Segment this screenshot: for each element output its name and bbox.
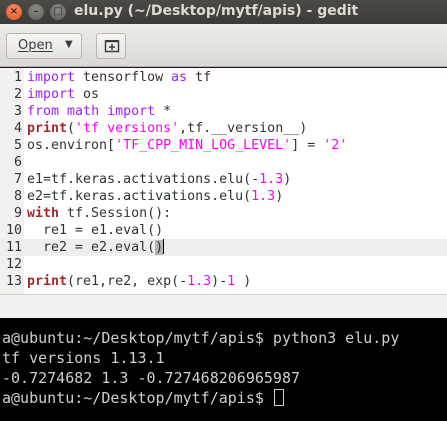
terminal-line: -0.7274682 1.3 -0.727468206965987 — [2, 368, 300, 388]
code-token: with — [27, 206, 60, 221]
code-token: (re1,re2, exp(- — [67, 274, 188, 289]
code-token: math — [67, 104, 100, 119]
code-token: )- — [211, 274, 228, 289]
line-number: 13 — [5, 274, 22, 289]
text-cursor — [163, 239, 165, 254]
code-token: tensorflow — [75, 70, 172, 85]
code-token: ) — [275, 189, 284, 204]
title-bar: × – □ elu.py (~/Desktop/mytf/apis) - ged… — [0, 0, 447, 24]
line-number: 2 — [13, 87, 22, 102]
code-text: print('tf versions',tf.__version__) — [27, 120, 307, 137]
code-token: tf — [187, 70, 212, 85]
code-token: ] = — [291, 138, 324, 153]
open-button[interactable]: Open ▼ — [6, 33, 82, 59]
line-number: 7 — [13, 172, 22, 187]
line-number: 11 — [5, 240, 22, 255]
code-editor[interactable]: 1 import tensorflow as tf 2 import os 3 from … — [0, 68, 447, 294]
code-token: import — [107, 104, 156, 119]
code-token: as — [171, 70, 188, 85]
code-line[interactable]: 8 e2=tf.keras.activations.elu(1.3) — [0, 188, 447, 205]
code-line[interactable]: 1 import tensorflow as tf — [0, 69, 447, 86]
line-number: 3 — [13, 104, 22, 119]
matching-bracket: ) — [155, 240, 164, 255]
code-token: ,tf.__version__) — [179, 121, 308, 136]
code-text: print(re1,re2, exp(-1.3)-1 ) — [27, 273, 251, 290]
line-number: 6 — [13, 155, 22, 170]
code-line[interactable]: 13 print(re1,re2, exp(-1.3)-1 ) — [0, 273, 447, 290]
terminal-line: a@ubuntu:~/Desktop/mytf/apis$ — [2, 388, 284, 408]
code-token: os — [75, 87, 100, 102]
code-token: 'TF_CPP_MIN_LOG_LEVEL' — [115, 138, 292, 153]
code-token: os.environ[ — [27, 138, 116, 153]
code-token: import — [27, 87, 76, 102]
code-text: re1 = e1.eval() — [27, 222, 163, 239]
code-text: os.environ['TF_CPP_MIN_LOG_LEVEL'] = '2' — [27, 137, 347, 154]
code-token: 1.3 — [187, 274, 212, 289]
terminal-panel[interactable]: a@ubuntu:~/Desktop/mytf/apis$ python3 el… — [0, 318, 447, 421]
line-number: 8 — [13, 189, 22, 204]
code-token: import — [27, 70, 76, 85]
code-token: print — [27, 121, 68, 136]
code-token: ) — [235, 274, 252, 289]
line-number: 9 — [13, 206, 22, 221]
code-line[interactable]: 11 re2 = e2.eval() — [0, 239, 447, 256]
code-text: re2 = e2.eval() — [27, 239, 165, 256]
editor-bottom-pane — [0, 294, 447, 318]
line-number: 5 — [13, 138, 22, 153]
code-token: e1=tf.keras.activations.elu(- — [27, 172, 260, 187]
terminal-text: tf versions 1.13.1 — [2, 349, 165, 367]
code-line[interactable]: 10 re1 = e1.eval() — [0, 222, 447, 239]
code-line[interactable]: 7 e1=tf.keras.activations.elu(-1.3) — [0, 171, 447, 188]
maximize-window-button[interactable]: □ — [50, 4, 66, 20]
code-token: print — [27, 274, 68, 289]
terminal-text: -0.7274682 1.3 -0.727468206965987 — [2, 369, 301, 387]
code-token: 1.3 — [251, 189, 276, 204]
code-text: import os — [27, 86, 99, 103]
terminal-text: a@ubuntu:~/Desktop/mytf/apis$ python3 el… — [2, 329, 400, 347]
code-line[interactable]: 5 os.environ['TF_CPP_MIN_LOG_LEVEL'] = '2… — [0, 137, 447, 154]
open-button-label: Open — [18, 38, 53, 53]
code-text: from math import * — [27, 103, 171, 120]
code-line[interactable]: 6 — [0, 154, 447, 171]
code-text: e2=tf.keras.activations.elu(1.3) — [27, 188, 283, 205]
code-token: re2 = e2.eval( — [27, 240, 156, 255]
code-token: 1.3 — [259, 172, 284, 187]
code-token: '2' — [323, 138, 348, 153]
code-line[interactable]: 2 import os — [0, 86, 447, 103]
code-line[interactable]: 9 with tf.Session(): — [0, 205, 447, 222]
code-text: import tensorflow as tf — [27, 69, 211, 86]
dropdown-arrow-icon: ▼ — [65, 39, 73, 50]
terminal-line: a@ubuntu:~/Desktop/mytf/apis$ python3 el… — [2, 328, 399, 348]
code-token: e2=tf.keras.activations.elu( — [27, 189, 252, 204]
minimize-window-button[interactable]: – — [28, 4, 44, 20]
terminal-line: tf versions 1.13.1 — [2, 348, 165, 368]
line-number: 12 — [5, 257, 22, 272]
line-number: 10 — [5, 223, 22, 238]
code-token: re1 = e1.eval() — [27, 223, 164, 238]
code-token: * — [155, 104, 172, 119]
code-line[interactable]: 12 — [0, 256, 447, 273]
code-token: from — [27, 104, 60, 119]
new-tab-button[interactable] — [96, 33, 126, 59]
code-token: 'tf versions' — [75, 121, 180, 136]
line-number: 1 — [13, 70, 22, 85]
code-token: ( — [67, 121, 76, 136]
code-line[interactable]: 4 print('tf versions',tf.__version__) — [0, 120, 447, 137]
window-title: elu.py (~/Desktop/mytf/apis) - gedit — [74, 3, 359, 19]
new-tab-icon — [104, 40, 120, 53]
code-line[interactable]: 3 from math import * — [0, 103, 447, 120]
terminal-cursor — [273, 389, 284, 406]
code-text: with tf.Session(): — [27, 205, 171, 222]
terminal-text: a@ubuntu:~/Desktop/mytf/apis$ — [2, 389, 273, 407]
close-window-button[interactable]: × — [6, 4, 22, 20]
code-token: 1 — [227, 274, 236, 289]
code-text: e1=tf.keras.activations.elu(-1.3) — [27, 171, 291, 188]
code-token: tf.Session(): — [59, 206, 172, 221]
code-token: ) — [283, 172, 292, 187]
line-number: 4 — [13, 121, 22, 136]
